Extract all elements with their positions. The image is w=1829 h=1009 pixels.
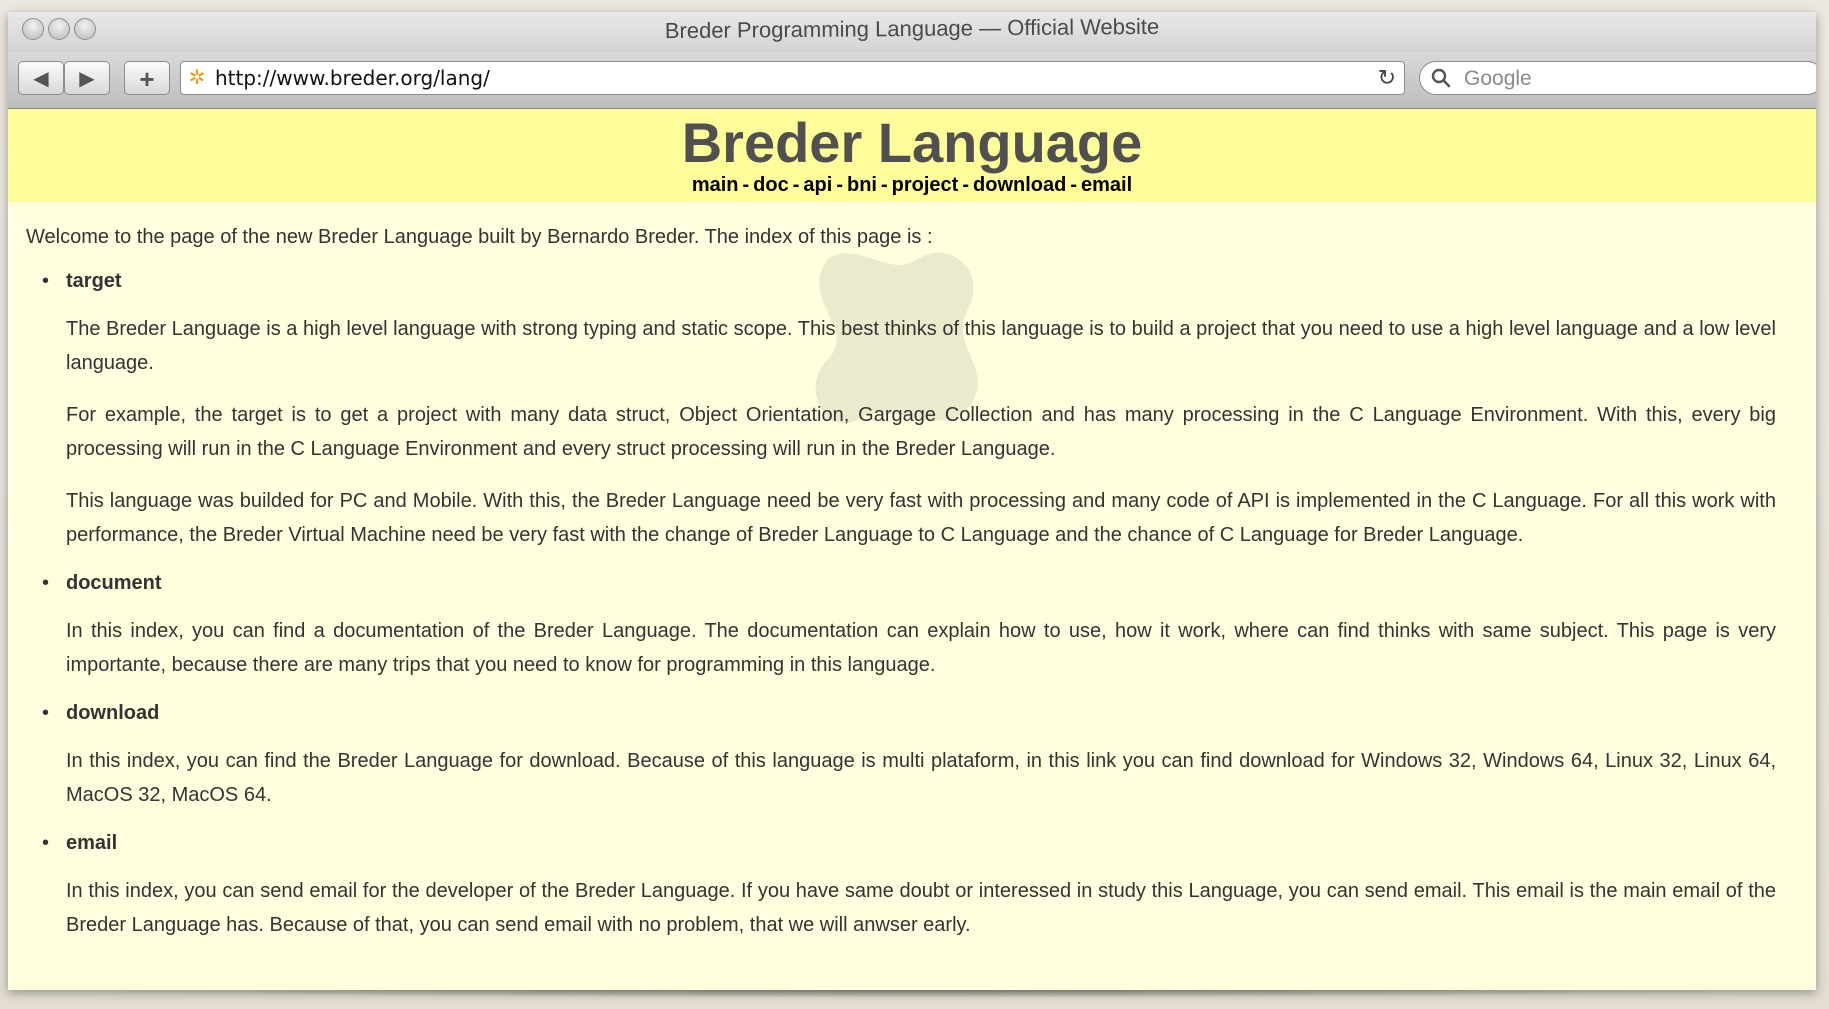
section-paragraph: In this index, you can find a documentat… bbox=[66, 620, 1776, 676]
section-paragraph: The Breder Language is a high level lang… bbox=[66, 318, 1776, 374]
address-bar[interactable]: ✲ http://www.breder.org/lang/ ↻ bbox=[180, 61, 1405, 95]
web-page: Breder Language main - doc - api - bni - project… bbox=[8, 109, 1816, 990]
window-titlebar: Breder Programming Language — Official W… bbox=[8, 12, 1816, 53]
forward-button[interactable]: ▶ bbox=[64, 61, 110, 95]
nav-link-main[interactable]: main bbox=[692, 174, 739, 196]
nav-separator: - bbox=[962, 174, 970, 196]
search-input[interactable] bbox=[1462, 64, 1806, 94]
nav-separator: - bbox=[836, 174, 843, 196]
bullet-icon: • bbox=[42, 702, 50, 724]
nav-link-project[interactable]: project bbox=[892, 174, 959, 196]
intro-text: Welcome to the page of the new Breder La… bbox=[26, 226, 933, 248]
bullet-icon: • bbox=[42, 270, 50, 292]
plus-icon: + bbox=[139, 64, 155, 94]
back-arrow-icon: ◀ bbox=[33, 68, 49, 90]
index-item-download: • download In this index, you can find t… bbox=[26, 700, 1776, 812]
section-heading: document bbox=[66, 572, 162, 594]
nav-separator: - bbox=[792, 174, 800, 196]
nav-link-api[interactable]: api bbox=[803, 174, 832, 196]
section-heading: email bbox=[66, 832, 118, 854]
browser-toolbar: ◀ ▶ + ✲ http://www.breder.org/lang/ ↻ bbox=[8, 52, 1816, 109]
index-item-email: • email In this index, you can send emai… bbox=[26, 830, 1776, 942]
bullet-icon: • bbox=[42, 572, 50, 594]
nav-link-bni[interactable]: bni bbox=[847, 174, 877, 196]
screenshot-stage: Breder Programming Language — Official W… bbox=[0, 0, 1829, 1009]
reload-icon[interactable]: ↻ bbox=[1378, 62, 1396, 94]
nav-link-download[interactable]: download bbox=[973, 174, 1066, 196]
index-item-target: • target The Breder Language is a high l… bbox=[26, 268, 1776, 552]
nav-link-email[interactable]: email bbox=[1081, 174, 1132, 196]
section-heading: target bbox=[66, 270, 122, 292]
forward-arrow-icon: ▶ bbox=[79, 68, 95, 90]
url-text[interactable]: http://www.breder.org/lang/ bbox=[215, 62, 490, 94]
search-icon bbox=[1430, 62, 1454, 94]
nav-separator: - bbox=[742, 174, 750, 196]
section-paragraph: In this index, you can find the Breder L… bbox=[66, 750, 1776, 806]
nav-separator: - bbox=[1070, 174, 1078, 196]
index-item-document: • document In this index, you can find a… bbox=[26, 570, 1776, 682]
section-paragraph: In this index, you can send email for th… bbox=[66, 880, 1776, 936]
page-content: Welcome to the page of the new Breder La… bbox=[8, 224, 1816, 942]
site-nav: main - doc - api - bni - project - download - email bbox=[8, 173, 1816, 197]
window-title: Breder Programming Language — Official W… bbox=[664, 13, 1160, 44]
add-bookmark-button[interactable]: + bbox=[124, 61, 170, 95]
search-field[interactable] bbox=[1419, 61, 1816, 95]
section-paragraph: This language was builded for PC and Mob… bbox=[66, 490, 1776, 546]
browser-window: Breder Programming Language — Official W… bbox=[8, 12, 1816, 990]
index-list: • target The Breder Language is a high l… bbox=[26, 268, 1776, 942]
section-paragraph: For example, the target is to get a proj… bbox=[66, 404, 1776, 460]
site-favicon-icon: ✲ bbox=[188, 67, 206, 89]
nav-link-doc[interactable]: doc bbox=[753, 174, 789, 196]
back-button[interactable]: ◀ bbox=[18, 61, 64, 95]
section-heading: download bbox=[66, 702, 160, 724]
bullet-icon: • bbox=[42, 832, 50, 854]
site-header: Breder Language main - doc - api - bni - project… bbox=[8, 109, 1816, 202]
site-title: Breder Language bbox=[681, 111, 1143, 174]
nav-separator: - bbox=[880, 174, 888, 196]
